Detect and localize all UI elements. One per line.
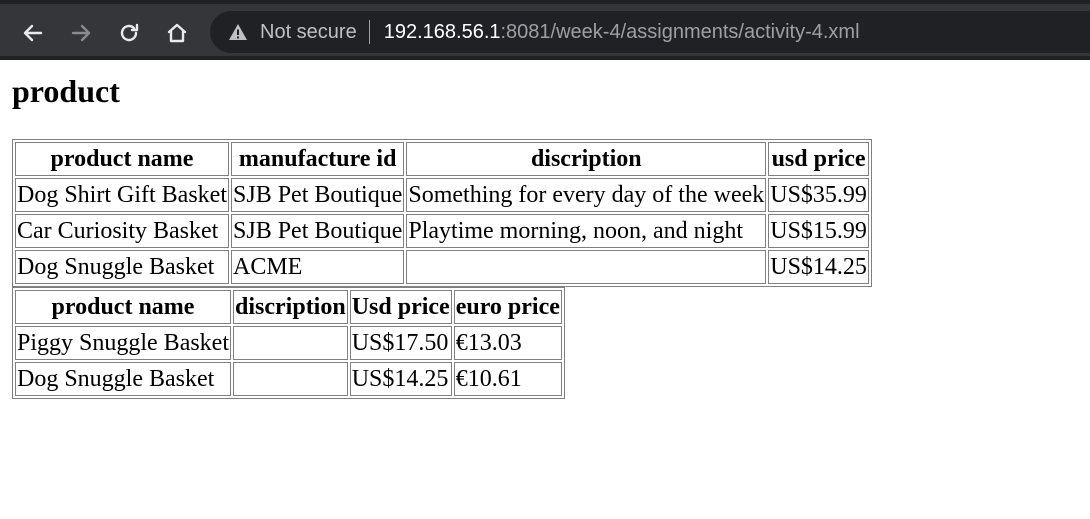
table-cell: US$15.99 xyxy=(768,214,869,249)
reload-icon xyxy=(120,23,139,42)
table-cell: SJB Pet Boutique xyxy=(231,178,405,213)
table-cell: US$14.25 xyxy=(349,362,452,397)
toolbar-divider xyxy=(0,56,1090,60)
column-header: euro price xyxy=(453,290,562,325)
table-cell: Car Curiosity Basket xyxy=(15,214,229,249)
warning-icon[interactable] xyxy=(228,22,248,42)
table-cell: Piggy Snuggle Basket xyxy=(15,326,232,361)
product-table-2: product name discription Usd price euro … xyxy=(12,287,565,400)
home-button[interactable] xyxy=(160,16,194,50)
arrow-left-icon xyxy=(23,24,43,42)
table-cell: Something for every day of the week xyxy=(406,178,767,213)
browser-toolbar: Not secure 192.168.56.1:8081/week-4/assi… xyxy=(0,0,1090,60)
forward-button[interactable] xyxy=(64,16,98,50)
address-bar[interactable]: Not secure 192.168.56.1:8081/week-4/assi… xyxy=(210,11,1090,53)
table-cell: €13.03 xyxy=(453,326,562,361)
address-divider xyxy=(368,20,370,44)
column-header: manufacture id xyxy=(231,142,405,177)
table-row: Dog Shirt Gift Basket SJB Pet Boutique S… xyxy=(15,178,869,213)
home-icon xyxy=(167,23,187,43)
table-header-row: product name discription Usd price euro … xyxy=(15,290,562,325)
column-header: product name xyxy=(15,142,229,177)
page-content: product product name manufacture id disc… xyxy=(0,60,1090,400)
column-header: discription xyxy=(233,290,348,325)
table-cell: SJB Pet Boutique xyxy=(231,214,405,249)
table-cell: US$35.99 xyxy=(768,178,869,213)
table-row: Dog Snuggle Basket ACME US$14.25 xyxy=(15,250,869,285)
table-header-row: product name manufacture id discription … xyxy=(15,142,869,177)
url-host[interactable]: 192.168.56.1 xyxy=(384,21,501,44)
table-row: Piggy Snuggle Basket US$17.50 €13.03 xyxy=(15,326,562,361)
table-cell: Playtime morning, noon, and night xyxy=(406,214,767,249)
column-header: product name xyxy=(15,290,232,325)
security-status[interactable]: Not secure xyxy=(260,21,357,44)
table-row: Car Curiosity Basket SJB Pet Boutique Pl… xyxy=(15,214,869,249)
column-header: Usd price xyxy=(349,290,452,325)
product-table-1: product name manufacture id discription … xyxy=(12,139,872,288)
column-header: discription xyxy=(406,142,767,177)
table-cell: Dog Snuggle Basket xyxy=(15,250,229,285)
table-cell: US$14.25 xyxy=(768,250,869,285)
table-cell: €10.61 xyxy=(453,362,562,397)
table-row: Dog Snuggle Basket US$14.25 €10.61 xyxy=(15,362,562,397)
table-cell: ACME xyxy=(231,250,405,285)
url-path[interactable]: :8081/week-4/assignments/activity-4.xml xyxy=(501,21,860,44)
table-cell xyxy=(233,362,348,397)
table-cell: Dog Shirt Gift Basket xyxy=(15,178,229,213)
table-cell xyxy=(406,250,767,285)
table-cell: US$17.50 xyxy=(349,326,452,361)
back-button[interactable] xyxy=(16,16,50,50)
table-cell: Dog Snuggle Basket xyxy=(15,362,232,397)
arrow-right-icon xyxy=(71,24,91,42)
page-title: product xyxy=(12,73,120,109)
table-cell xyxy=(233,326,348,361)
column-header: usd price xyxy=(768,142,869,177)
reload-button[interactable] xyxy=(112,16,146,50)
